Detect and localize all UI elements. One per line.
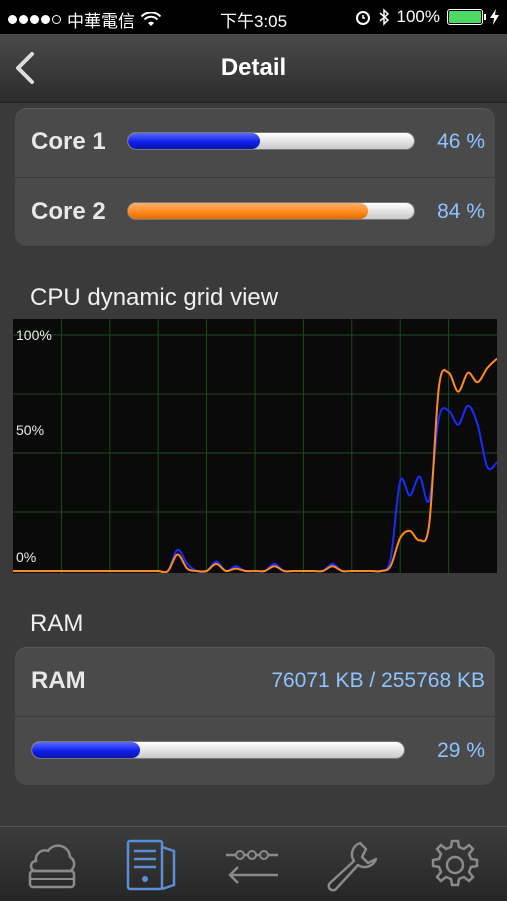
- tab-tools[interactable]: [322, 837, 382, 893]
- y-tick-label: 100%: [16, 327, 52, 343]
- core-row: Core 1 46 %: [15, 108, 495, 178]
- core-progress-fill: [128, 203, 369, 219]
- network-transfer-icon: [226, 850, 278, 884]
- ram-progress-row: 29 %: [15, 717, 495, 787]
- core-progress-fill: [128, 133, 260, 149]
- y-tick-label: 0%: [16, 549, 37, 565]
- core-label: Core 2: [31, 198, 106, 225]
- ram-section-title: RAM: [30, 610, 84, 637]
- cloud-drive-icon: [28, 844, 76, 889]
- core-percent: 84 %: [437, 200, 485, 223]
- ram-progress-bar: [31, 741, 405, 759]
- tab-settings[interactable]: [425, 837, 485, 893]
- core-label: Core 1: [31, 128, 106, 155]
- ram-progress-fill: [32, 742, 140, 758]
- ram-usage-value: 76071 KB / 255768 KB: [271, 669, 485, 692]
- tab-cloud-drive[interactable]: [22, 837, 82, 893]
- battery-icon: [447, 9, 486, 25]
- ram-label: RAM: [31, 667, 86, 694]
- tab-network-transfer[interactable]: [222, 837, 282, 893]
- cpu-line-chart: [13, 319, 497, 573]
- status-bar: 中華電信 下午3:05 100%: [0, 0, 507, 34]
- tab-bar: [0, 826, 507, 901]
- core-percent: 46 %: [437, 130, 485, 153]
- status-right: 100%: [355, 7, 499, 27]
- cpu-grid-chart: 100% 50% 0%: [13, 319, 497, 573]
- ram-percent: 29 %: [437, 739, 485, 762]
- server-icon: [126, 839, 176, 891]
- core-progress-bar: [127, 132, 415, 150]
- core-progress-bar: [127, 202, 415, 220]
- ram-card: RAM 76071 KB / 255768 KB 29 %: [15, 647, 495, 785]
- charging-icon: [490, 9, 499, 25]
- page-title: Detail: [220, 54, 287, 81]
- battery-percent: 100%: [396, 7, 440, 26]
- cpu-section-title: CPU dynamic grid view: [30, 284, 279, 311]
- gear-icon: [431, 839, 479, 887]
- alarm-icon: [355, 11, 370, 25]
- bluetooth-icon: [379, 8, 389, 26]
- navigation-bar: Detail: [0, 34, 507, 103]
- tab-server[interactable]: [122, 837, 182, 893]
- wrench-icon: [327, 841, 378, 892]
- ram-row: RAM 76071 KB / 255768 KB: [15, 647, 495, 717]
- core-usage-card: Core 1 46 % Core 2 84 %: [15, 108, 495, 246]
- y-tick-label: 50%: [16, 422, 45, 438]
- core-row: Core 2 84 %: [15, 178, 495, 248]
